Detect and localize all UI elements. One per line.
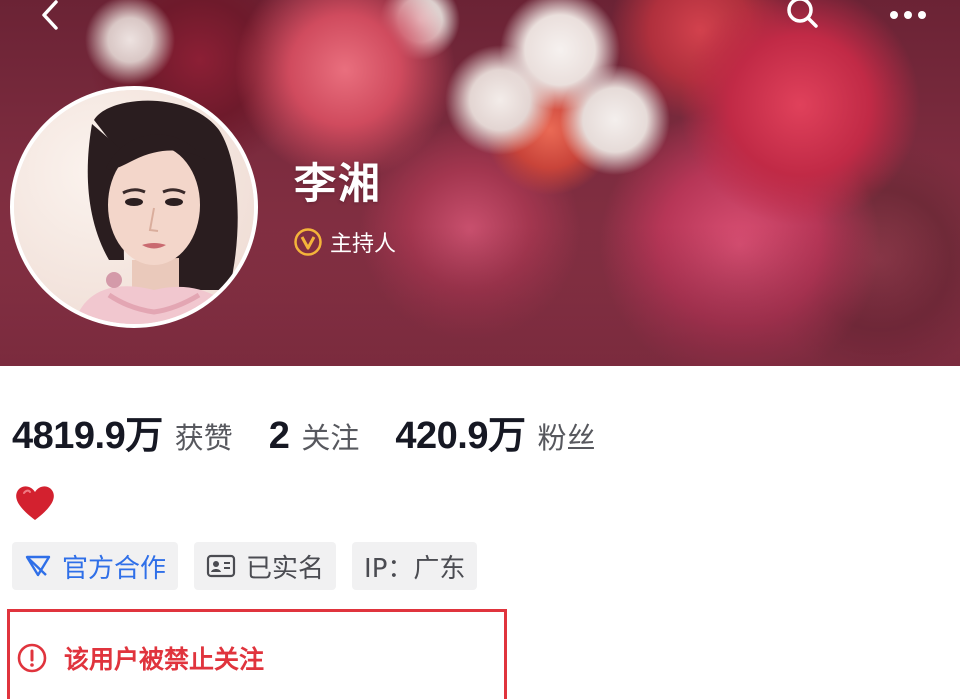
- chevron-left-icon: [42, 0, 58, 30]
- stat-likes-label: 获赞: [174, 423, 233, 455]
- stat-following-value: 2: [268, 415, 290, 457]
- profile-name: 李湘: [294, 159, 383, 208]
- stat-following[interactable]: 2 关注: [269, 415, 360, 458]
- red-heart-emoji: [16, 486, 54, 520]
- profile-tags: 官方合作 已实名 IP：广东: [12, 542, 493, 590]
- stat-following-label: 关注: [301, 423, 360, 455]
- stat-followers-label: 粉丝: [537, 423, 596, 455]
- tag-real-name[interactable]: 已实名: [194, 542, 337, 590]
- follow-banned-text: 该用户被禁止关注: [64, 645, 265, 674]
- stat-likes-value: 4819.9万: [12, 415, 163, 457]
- stat-followers[interactable]: 420.9万 粉丝: [395, 404, 595, 459]
- search-button[interactable]: [780, 0, 824, 30]
- back-button[interactable]: [30, 0, 70, 30]
- search-icon: [787, 0, 818, 28]
- tag-ip-location-label: IP：广东: [364, 553, 466, 584]
- tag-official-cooperation[interactable]: 官方合作: [12, 542, 179, 590]
- exclamation-circle-icon: [17, 643, 47, 673]
- official-cooperation-icon: [25, 555, 51, 577]
- stats-row: 4819.9万 获赞 2 关注 420.9万 粉丝: [12, 404, 596, 457]
- more-button[interactable]: [880, 0, 936, 30]
- verification-row: 主持人: [294, 226, 396, 258]
- verified-v-badge-icon: [294, 228, 322, 256]
- avatar[interactable]: [10, 86, 258, 328]
- verification-label: 主持人: [330, 232, 397, 257]
- stat-followers-value: 420.9万: [395, 415, 526, 457]
- tag-real-name-label: 已实名: [246, 553, 325, 584]
- id-card-icon: [206, 554, 236, 578]
- stat-likes[interactable]: 4819.9万 获赞: [12, 404, 233, 459]
- follow-banned-notice: 该用户被禁止关注: [7, 609, 507, 699]
- more-horizontal-icon: [890, 11, 926, 19]
- avatar-portrait: [14, 90, 254, 324]
- tag-official-cooperation-label: 官方合作: [62, 553, 167, 584]
- tag-ip-location[interactable]: IP：广东: [352, 542, 478, 590]
